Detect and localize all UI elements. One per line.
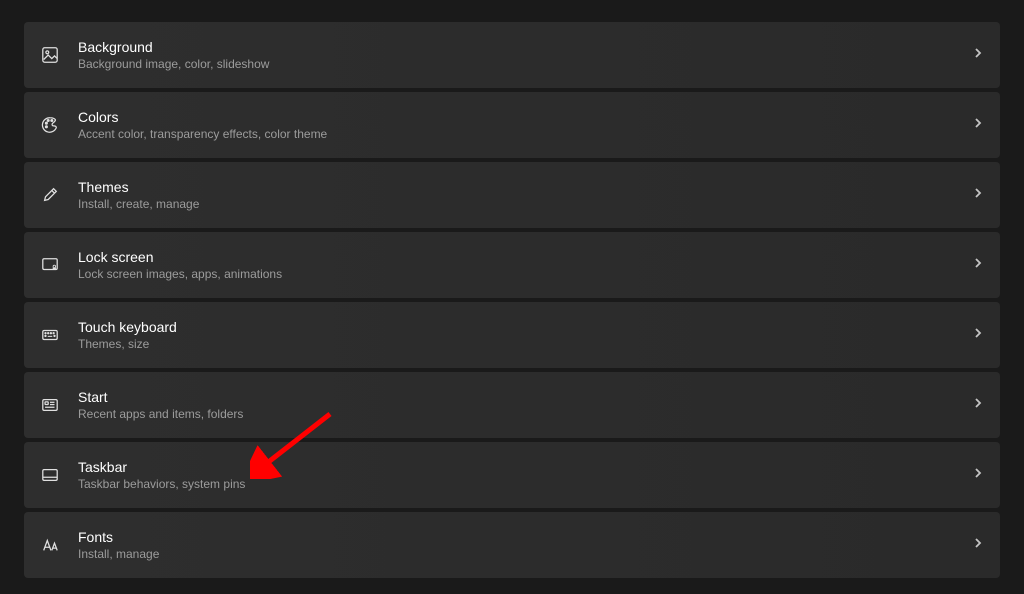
chevron-right-icon [972,256,984,274]
fonts-icon [40,535,60,555]
chevron-right-icon [972,186,984,204]
setting-item-start[interactable]: Start Recent apps and items, folders [24,372,1000,438]
start-icon [40,395,60,415]
lock-screen-icon [40,255,60,275]
setting-subtitle: Install, manage [78,547,972,563]
setting-title: Lock screen [78,248,972,266]
setting-title: Colors [78,108,972,126]
setting-subtitle: Themes, size [78,337,972,353]
keyboard-icon [40,325,60,345]
setting-item-themes[interactable]: Themes Install, create, manage [24,162,1000,228]
chevron-right-icon [972,326,984,344]
setting-item-background[interactable]: Background Background image, color, slid… [24,22,1000,88]
setting-title: Taskbar [78,458,972,476]
setting-subtitle: Taskbar behaviors, system pins [78,477,972,493]
setting-title: Start [78,388,972,406]
setting-title: Background [78,38,972,56]
setting-item-colors[interactable]: Colors Accent color, transparency effect… [24,92,1000,158]
setting-subtitle: Recent apps and items, folders [78,407,972,423]
setting-subtitle: Accent color, transparency effects, colo… [78,127,972,143]
chevron-right-icon [972,536,984,554]
setting-subtitle: Background image, color, slideshow [78,57,972,73]
setting-item-fonts[interactable]: Fonts Install, manage [24,512,1000,578]
themes-icon [40,185,60,205]
taskbar-icon [40,465,60,485]
setting-title: Themes [78,178,972,196]
setting-subtitle: Install, create, manage [78,197,972,213]
setting-item-taskbar[interactable]: Taskbar Taskbar behaviors, system pins [24,442,1000,508]
setting-item-lock-screen[interactable]: Lock screen Lock screen images, apps, an… [24,232,1000,298]
chevron-right-icon [972,396,984,414]
setting-title: Touch keyboard [78,318,972,336]
chevron-right-icon [972,46,984,64]
colors-icon [40,115,60,135]
chevron-right-icon [972,116,984,134]
setting-item-touch-keyboard[interactable]: Touch keyboard Themes, size [24,302,1000,368]
setting-subtitle: Lock screen images, apps, animations [78,267,972,283]
setting-title: Fonts [78,528,972,546]
background-icon [40,45,60,65]
chevron-right-icon [972,466,984,484]
